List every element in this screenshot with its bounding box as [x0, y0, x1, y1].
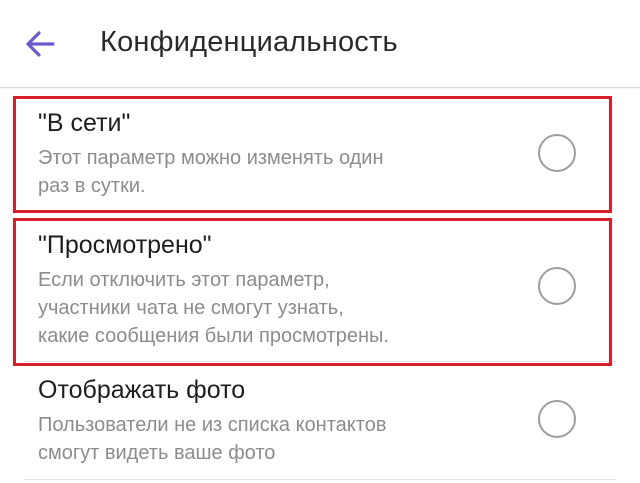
- setting-description: Если отключить этот параметр, участники …: [38, 266, 508, 350]
- divider: [24, 361, 616, 362]
- setting-description: Этот параметр можно изменять один раз в …: [38, 144, 508, 200]
- setting-description-line: смогут видеть ваше фото: [38, 442, 276, 464]
- setting-title: Отображать фото: [38, 376, 246, 404]
- setting-title: "В сети": [38, 109, 131, 137]
- setting-description-line: Этот параметр можно изменять один: [38, 147, 384, 169]
- read-receipts-radio[interactable]: [538, 267, 576, 305]
- setting-show-photo[interactable]: Отображать фото Пользователи не из списк…: [38, 375, 618, 467]
- toolbar: Конфиденциальность: [0, 0, 640, 88]
- arrow-left-icon: [26, 31, 55, 57]
- setting-description-line: Пользователи не из списка контактов: [38, 414, 387, 436]
- setting-description-line: участники чата не смогут узнать,: [38, 297, 344, 319]
- setting-description: Пользователи не из списка контактов смог…: [38, 411, 508, 467]
- back-button[interactable]: [18, 22, 62, 66]
- setting-description-line: Если отключить этот параметр,: [38, 269, 330, 291]
- setting-title: "Просмотрено": [38, 231, 212, 259]
- show-photo-radio[interactable]: [538, 400, 576, 438]
- setting-online-status[interactable]: "В сети" Этот параметр можно изменять од…: [38, 108, 618, 200]
- setting-description-line: какие сообщения были просмотрены.: [38, 325, 389, 347]
- divider: [24, 479, 616, 480]
- privacy-screen: Конфиденциальность "В сети" Этот парамет…: [0, 0, 640, 483]
- page-title: Конфиденциальность: [100, 26, 398, 58]
- setting-description-line: раз в сутки.: [38, 175, 146, 197]
- online-status-radio[interactable]: [538, 134, 576, 172]
- setting-read-receipts[interactable]: "Просмотрено" Если отключить этот параме…: [38, 230, 618, 350]
